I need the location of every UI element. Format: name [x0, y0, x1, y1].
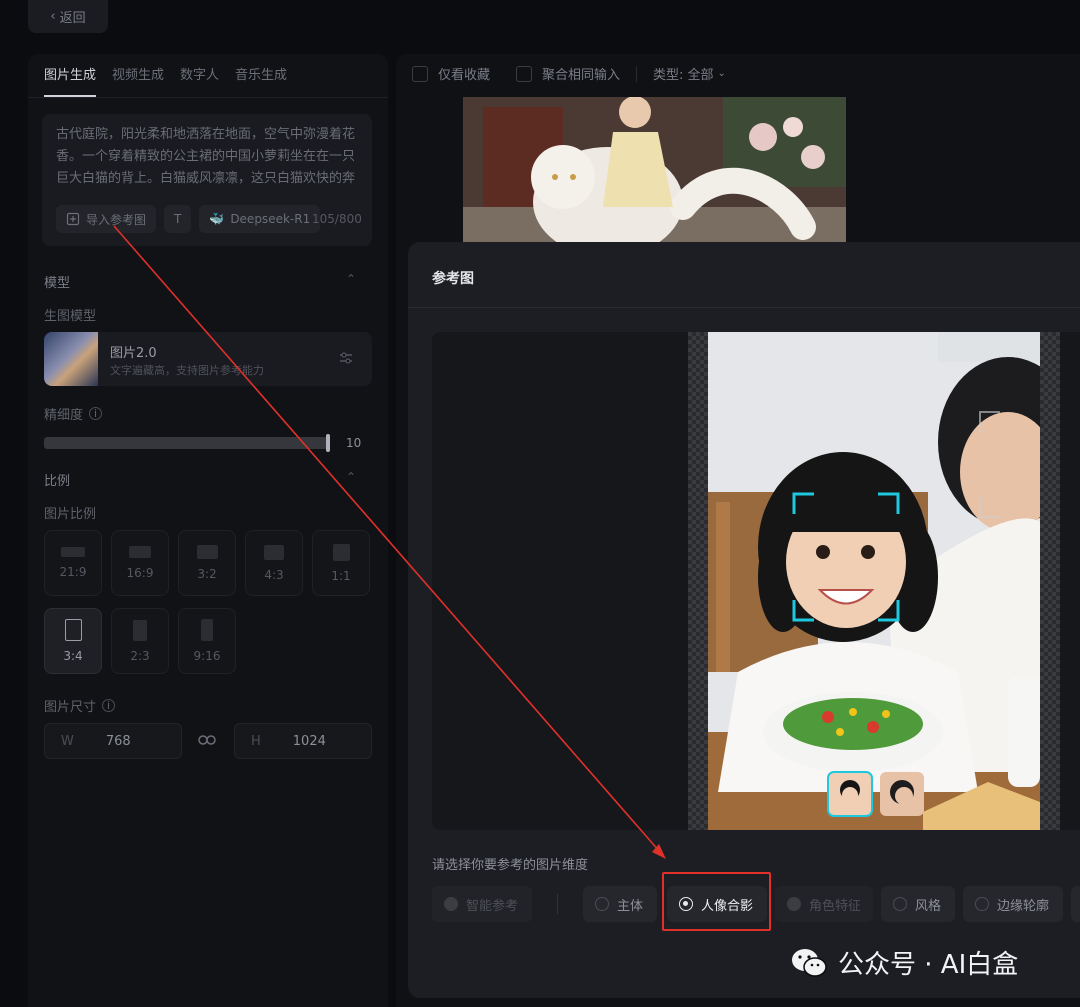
annotation-arrow [113, 225, 666, 859]
watermark-text: 公众号 · AI白盒 [838, 950, 1019, 980]
watermark: 公众号 · AI白盒 [790, 944, 1018, 981]
wechat-icon [792, 948, 827, 977]
